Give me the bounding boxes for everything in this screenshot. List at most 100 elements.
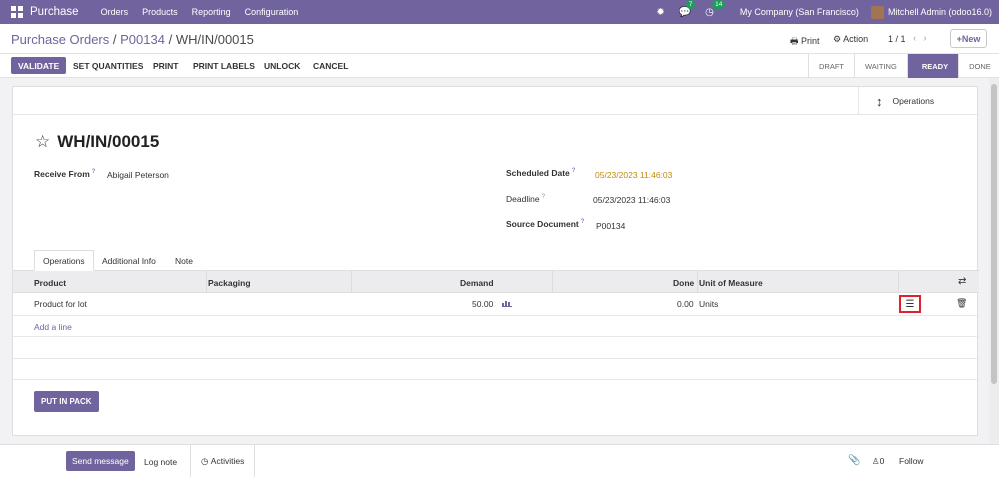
empty-row — [13, 359, 979, 380]
add-line-row: Add a line — [13, 316, 979, 337]
user-menu[interactable]: Mitchell Admin (odoo16.0) — [888, 7, 992, 17]
help-icon[interactable]: ? — [572, 168, 576, 174]
action-menu-button[interactable]: ⚙ Action — [833, 34, 868, 45]
record-title: ☆ WH/IN/00015 — [35, 132, 159, 152]
set-quantities-button[interactable]: SET QUANTITIES — [73, 61, 143, 71]
avatar[interactable] — [870, 5, 884, 19]
form-sheet: ↕ Operations ☆ WH/IN/00015 Receive From?… — [12, 86, 979, 436]
forecast-chart-icon[interactable] — [502, 299, 512, 307]
trash-icon[interactable]: 🗑 — [956, 298, 967, 309]
record-name: WH/IN/00015 — [57, 132, 160, 151]
messages-badge: 7 — [685, 0, 696, 9]
col-packaging[interactable]: Packaging — [208, 278, 251, 288]
print-menu-button[interactable]: 🖶 Print — [790, 34, 820, 50]
tab-additional-info[interactable]: Additional Info — [94, 250, 164, 271]
status-pipeline: DRAFT WAITING READY DONE — [808, 54, 999, 78]
row-done[interactable]: 0.00 — [677, 299, 694, 309]
help-icon[interactable]: ? — [581, 219, 585, 225]
column-divider — [552, 271, 553, 293]
operations-table-header: Product Packaging Demand Done Unit of Me… — [13, 271, 979, 293]
vertical-arrows-icon: ↕ — [876, 93, 883, 109]
scrollbar-thumb[interactable] — [991, 84, 997, 384]
activities-label: Activities — [210, 456, 245, 466]
source-document-label: Source Document? — [506, 219, 585, 229]
menu-products[interactable]: Products — [142, 7, 178, 17]
printer-icon: 🖶 — [790, 36, 799, 46]
row-uom[interactable]: Units — [699, 299, 718, 309]
detailed-operations-button[interactable]: ☰ — [899, 295, 921, 313]
tab-operations[interactable]: Operations — [34, 250, 94, 271]
app-name[interactable]: Purchase — [30, 6, 79, 18]
unlock-button[interactable]: UNLOCK — [264, 61, 300, 71]
person-icon: ♙ — [872, 456, 880, 466]
stage-draft[interactable]: DRAFT — [808, 54, 854, 78]
smart-button-box: ↕ Operations — [13, 87, 979, 115]
stage-done[interactable]: DONE — [958, 54, 999, 78]
pager-arrows: ‹› — [913, 33, 934, 44]
chatter-topbar: Send message Log note ◷ Activities 📎 ♙0 … — [0, 444, 999, 479]
table-row[interactable]: Product for lot 50.00 0.00 Units ☰ 🗑 — [13, 293, 979, 316]
print-button[interactable]: PRINT — [153, 61, 179, 71]
menu-reporting[interactable]: Reporting — [192, 7, 231, 17]
print-labels-button[interactable]: PRINT LABELS — [193, 61, 255, 71]
row-demand[interactable]: 50.00 — [472, 299, 493, 309]
log-note-button[interactable]: Log note — [144, 457, 177, 467]
stage-ready[interactable]: READY — [906, 54, 959, 78]
validate-button[interactable]: VALIDATE — [11, 57, 67, 74]
col-unit-of-measure[interactable]: Unit of Measure — [699, 278, 763, 288]
activities-clock-icon[interactable]: ◷ 14 — [705, 0, 726, 18]
company-switcher[interactable]: My Company (San Francisco) — [740, 7, 859, 17]
follow-button[interactable]: Follow — [899, 456, 924, 466]
row-product[interactable]: Product for lot — [34, 299, 87, 309]
systray: ✹ 💬 7 ◷ 14 My Company (San Francisco) Mitc… — [656, 0, 999, 24]
put-in-pack-button[interactable]: PUT IN PACK — [34, 391, 99, 412]
operations-smart-button[interactable]: ↕ Operations — [858, 87, 978, 115]
tab-note[interactable]: Note — [167, 250, 201, 271]
new-button[interactable]: + New — [950, 29, 987, 48]
pager-value[interactable]: 1 / 1 — [888, 34, 906, 44]
cancel-button[interactable]: CANCEL — [313, 61, 348, 71]
help-icon[interactable]: ? — [92, 169, 96, 175]
messages-icon[interactable]: 💬 7 — [679, 0, 696, 18]
gear-icon: ⚙ — [833, 34, 842, 44]
empty-row — [13, 337, 979, 359]
apps-menu-icon[interactable] — [11, 6, 23, 18]
new-label: New — [961, 33, 981, 44]
scheduled-date-label: Scheduled Date? — [506, 168, 576, 178]
paperclip-icon[interactable]: 📎 — [848, 455, 860, 466]
operations-smart-label: Operations — [892, 96, 935, 106]
send-message-button[interactable]: Send message — [66, 451, 135, 471]
chevron-right-icon[interactable]: › — [923, 33, 933, 44]
stage-waiting[interactable]: WAITING — [854, 54, 907, 78]
chevron-left-icon[interactable]: ‹ — [913, 33, 923, 44]
breadcrumb-separator: / — [168, 32, 173, 47]
deadline-label: Deadline? — [506, 194, 545, 204]
add-a-line-link[interactable]: Add a line — [34, 322, 72, 332]
star-icon[interactable]: ☆ — [35, 132, 50, 152]
menu-configuration[interactable]: Configuration — [245, 7, 299, 17]
breadcrumb-purchase-orders[interactable]: Purchase Orders — [11, 32, 109, 47]
column-divider — [351, 271, 352, 293]
breadcrumb: Purchase Orders / P00134 / WH/IN/00015 — [11, 32, 254, 47]
col-demand[interactable]: Demand — [460, 278, 494, 288]
deadline-field[interactable]: 05/23/2023 11:46:03 — [593, 195, 670, 205]
menu-orders[interactable]: Orders — [101, 7, 129, 17]
scheduled-date-field[interactable]: 05/23/2023 11:46:03 — [595, 170, 672, 180]
receive-from-label: Receive From? — [34, 169, 96, 179]
column-divider — [697, 271, 698, 293]
page-scrollbar[interactable] — [989, 78, 999, 444]
source-document-field[interactable]: P00134 — [596, 221, 625, 231]
column-divider — [898, 271, 899, 293]
receive-from-field[interactable]: Abigail Peterson — [107, 170, 169, 180]
form-statusbar: VALIDATE SET QUANTITIES PRINT PRINT LABE… — [0, 54, 999, 78]
col-product[interactable]: Product — [34, 278, 66, 288]
optional-columns-icon[interactable]: ⇄ — [958, 276, 966, 287]
bug-icon[interactable]: ✹ — [656, 7, 664, 18]
followers-button[interactable]: ♙0 — [872, 456, 884, 467]
help-icon[interactable]: ? — [542, 194, 545, 200]
activities-button[interactable]: ◷ Activities — [190, 445, 256, 477]
col-done[interactable]: Done — [673, 278, 694, 288]
clock-icon: ◷ — [201, 455, 209, 466]
breadcrumb-current: WH/IN/00015 — [175, 32, 254, 47]
breadcrumb-po[interactable]: P00134 — [120, 32, 165, 47]
